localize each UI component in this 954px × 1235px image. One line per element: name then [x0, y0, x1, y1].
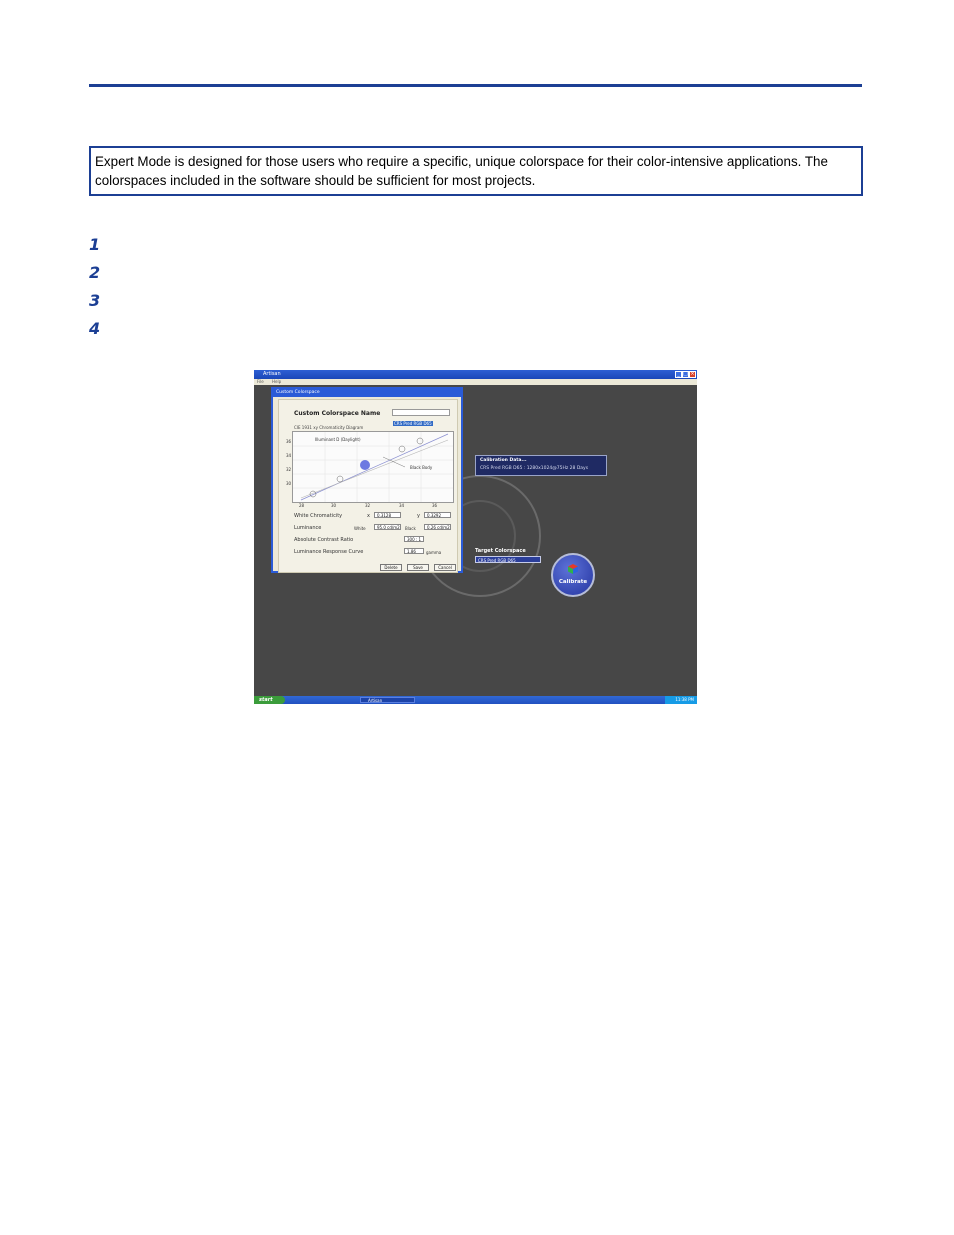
x-tick-label: 30	[331, 503, 337, 508]
save-button[interactable]: Save	[407, 564, 429, 571]
white-point-marker[interactable]	[360, 460, 370, 470]
calibration-data-heading: Calibration Data...	[480, 458, 527, 463]
calibrate-button[interactable]: Calibrate	[551, 553, 595, 597]
window-title: Artisan	[263, 371, 281, 377]
maximize-button[interactable]: □	[682, 371, 689, 378]
dialog-title: Custom Colorspace	[273, 389, 461, 397]
calibration-data-value: CRS Pred RGB D65 : 1280x1024@75Hz 28 Day…	[480, 466, 589, 471]
contrast-ratio-label: Absolute Contrast Ratio	[294, 537, 354, 543]
step-number-4: 4	[89, 319, 101, 338]
gamma-label: gamma	[426, 550, 442, 555]
step-number-1: 1	[89, 235, 101, 254]
minimize-button[interactable]: _	[675, 371, 682, 378]
cct-marker	[336, 475, 344, 483]
menu-bar: File Help	[254, 379, 697, 385]
white-luminance-input[interactable]: 95.0 cd/m2	[374, 524, 401, 530]
y-tick-label: 30	[286, 481, 292, 486]
x-tick-label: 28	[299, 503, 305, 508]
y-tick-label: 36	[286, 439, 292, 444]
colorspace-name-value: CRS Pred RGB D65	[393, 421, 433, 426]
note-box: Expert Mode is designed for those users …	[89, 146, 863, 196]
x-coordinate-label: x	[367, 513, 370, 519]
cct-marker	[398, 445, 406, 453]
cct-marker	[416, 437, 424, 445]
note-text: Expert Mode is designed for those users …	[95, 154, 828, 188]
colorspace-name-input[interactable]: CRS Pred RGB D65	[392, 409, 450, 426]
contrast-ratio-input[interactable]: 300 : 1	[404, 536, 424, 542]
top-rule	[89, 84, 862, 87]
response-curve-input[interactable]: 1.86	[404, 548, 424, 554]
x-tick-label: 34	[399, 503, 405, 508]
blackbody-label: Black Body	[410, 465, 433, 470]
close-button[interactable]: ×	[689, 371, 696, 378]
y-coordinate-input[interactable]: 0.3292	[424, 512, 451, 518]
chart-caption: CIE 1931 xy Chromaticity Diagram	[294, 425, 364, 430]
y-coordinate-label: y	[417, 513, 420, 519]
taskbar: start Artisan 11:38 PM	[254, 696, 697, 704]
custom-colorspace-dialog: Custom Colorspace Custom Colorspace Name…	[271, 387, 463, 573]
delete-button[interactable]: Delete	[380, 564, 402, 571]
menu-file[interactable]: File	[257, 379, 264, 384]
y-tick-label: 34	[286, 453, 292, 458]
x-tick-label: 36	[432, 503, 438, 508]
color-cube-icon	[568, 564, 578, 574]
window-titlebar: Artisan _ □ ×	[254, 370, 697, 379]
dialog-body: Custom Colorspace Name CRS Pred RGB D65 …	[278, 399, 458, 573]
start-button[interactable]: start	[254, 696, 285, 704]
illuminant-label: Illuminant D (Daylight)	[315, 437, 361, 442]
chromaticity-chart[interactable]: Illuminant D (Daylight) Black Body	[292, 431, 454, 503]
artisan-screenshot: Artisan _ □ × File Help Calibration Data…	[254, 370, 697, 704]
step-number-2: 2	[89, 263, 101, 282]
system-tray-clock: 11:38 PM	[665, 696, 697, 704]
response-curve-label: Luminance Response Curve	[294, 549, 364, 555]
x-tick-label: 32	[365, 503, 371, 508]
step-number-3: 3	[89, 291, 101, 310]
target-colorspace-label: Target Colorspace	[475, 548, 526, 554]
black-luminance-label: Black	[405, 526, 416, 531]
black-luminance-input[interactable]: 0.26 cd/m2	[424, 524, 451, 530]
x-coordinate-input[interactable]: 0.3128	[374, 512, 401, 518]
y-tick-label: 32	[286, 467, 292, 472]
colorspace-name-label: Custom Colorspace Name	[294, 410, 381, 417]
taskbar-item-artisan[interactable]: Artisan	[360, 697, 415, 703]
cancel-button[interactable]: Cancel	[434, 564, 456, 571]
white-chromaticity-label: White Chromaticity	[294, 513, 343, 519]
calibration-data-panel[interactable]: Calibration Data... CRS Pred RGB D65 : 1…	[475, 455, 607, 476]
target-colorspace-value: CRS Pred RGB D65	[478, 558, 516, 563]
target-colorspace-select[interactable]: CRS Pred RGB D65	[475, 556, 541, 563]
white-luminance-label: White	[354, 526, 366, 531]
menu-help[interactable]: Help	[272, 379, 281, 384]
calibrate-label: Calibrate	[558, 579, 588, 585]
luminance-label: Luminance	[294, 525, 322, 531]
